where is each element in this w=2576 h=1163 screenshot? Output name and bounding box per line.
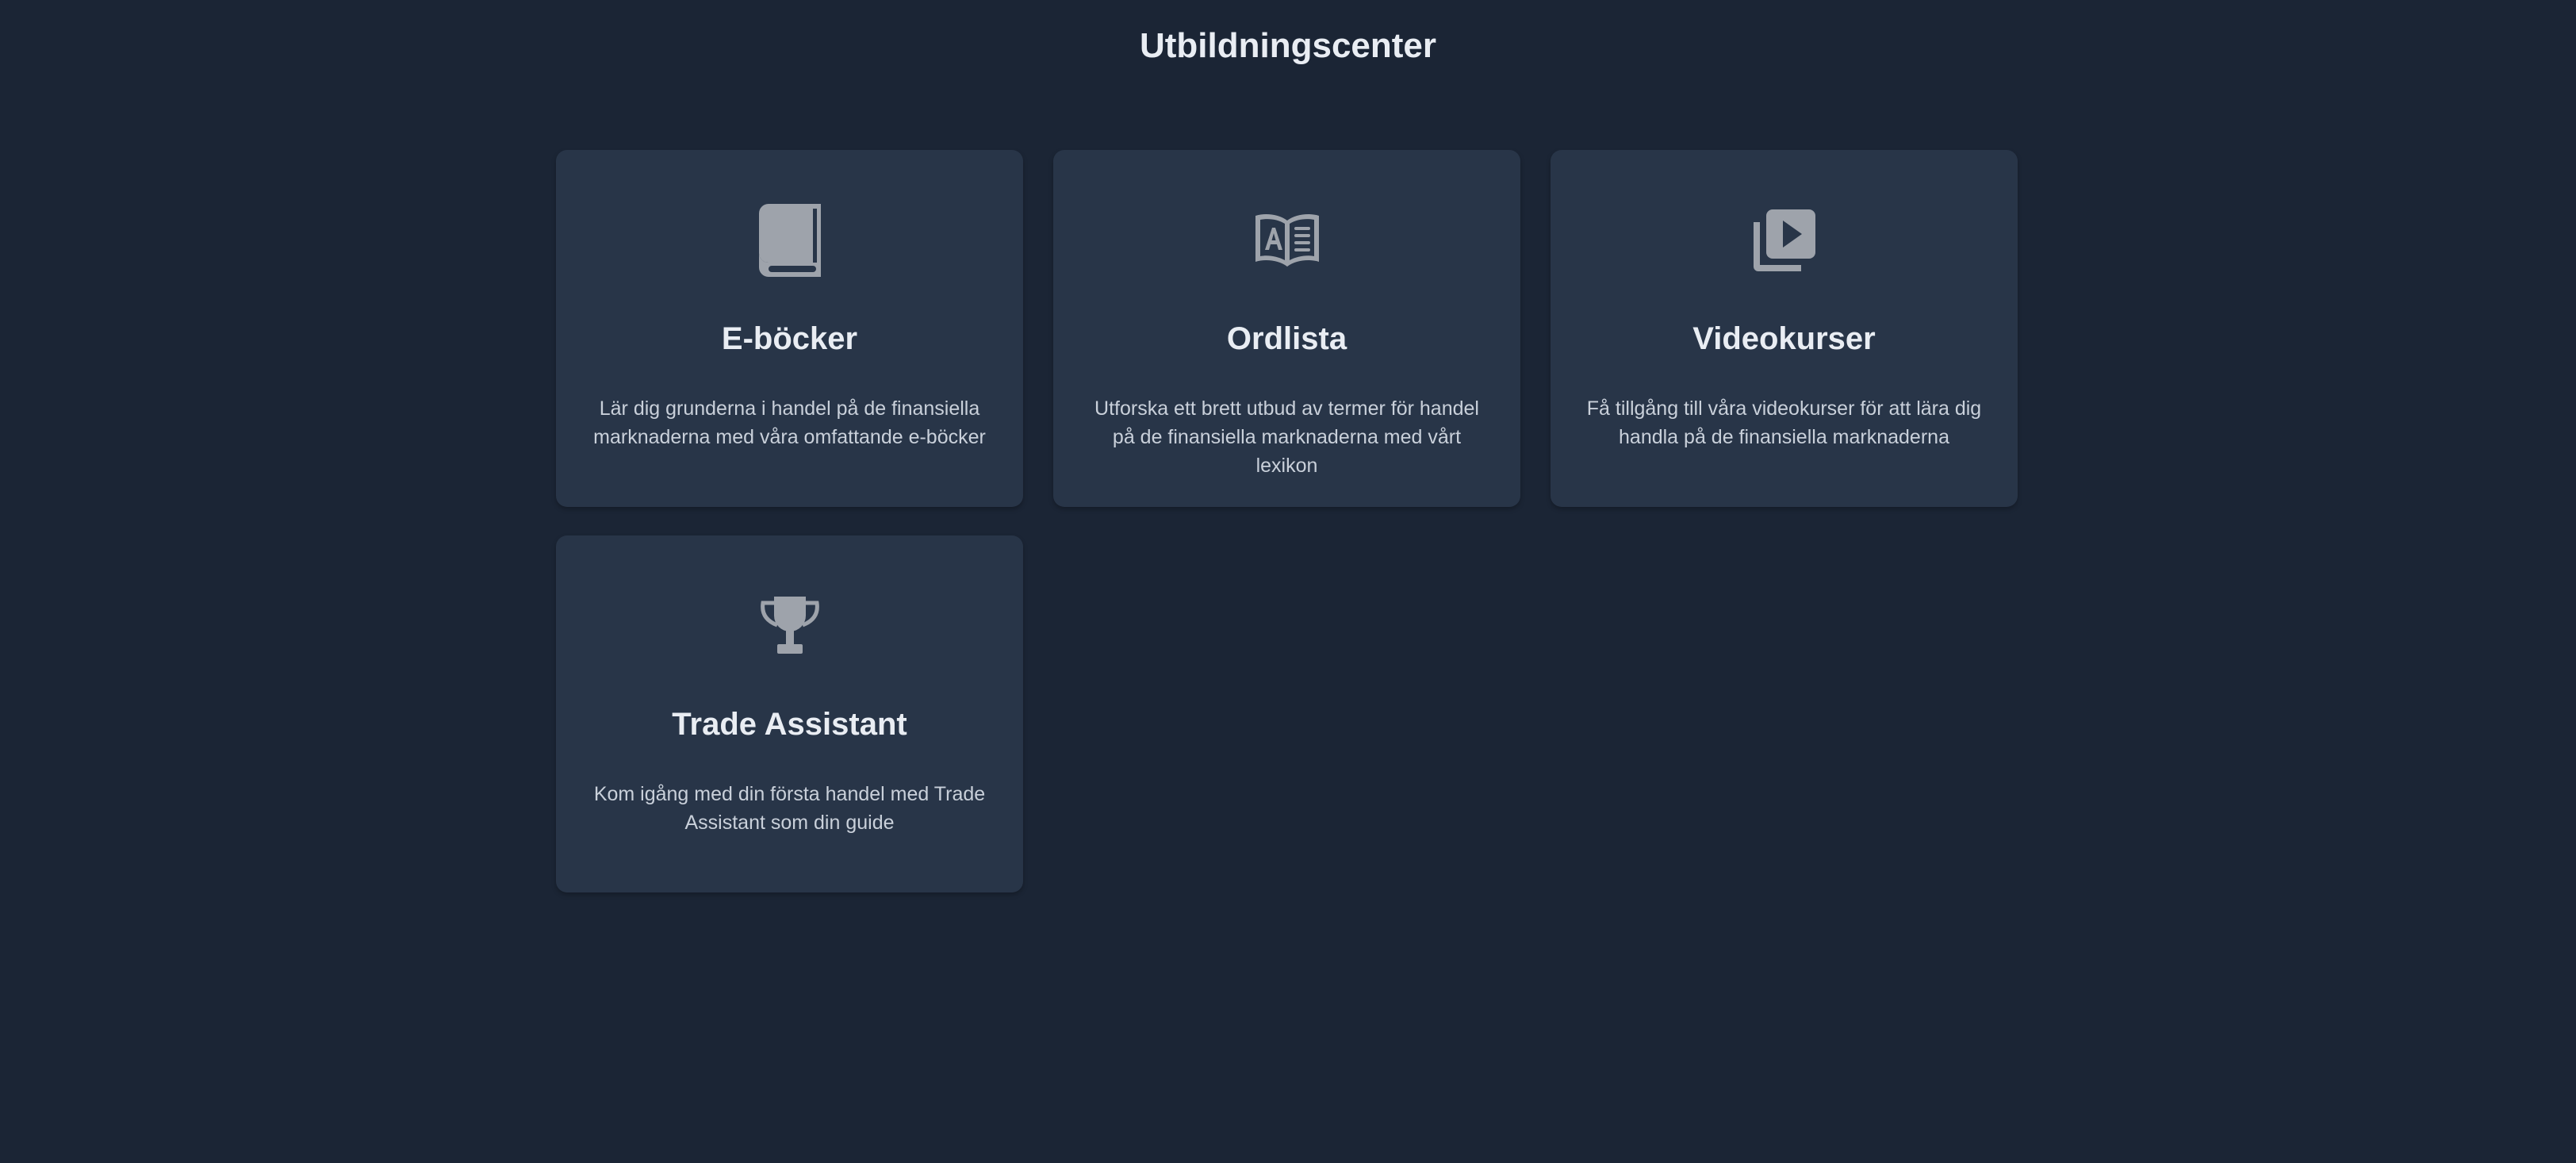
card-ebooks[interactable]: E-böcker Lär dig grunderna i handel på d… — [556, 150, 1023, 507]
card-video-courses[interactable]: Videokurser Få tillgång till våra videok… — [1551, 150, 2018, 507]
trophy-icon — [556, 588, 1023, 664]
card-title: Ordlista — [1226, 321, 1347, 356]
glossary-book-icon — [1053, 202, 1520, 278]
education-cards-grid: E-böcker Lär dig grunderna i handel på d… — [556, 150, 2018, 892]
card-title: Trade Assistant — [672, 707, 907, 742]
card-description: Få tillgång till våra videokurser för at… — [1586, 397, 1982, 448]
card-title: Videokurser — [1692, 321, 1876, 356]
book-icon — [556, 202, 1023, 278]
page-title: Utbildningscenter — [1139, 26, 1437, 65]
card-trade-assistant[interactable]: Trade Assistant Kom igång med din första… — [556, 535, 1023, 892]
card-title: E-böcker — [721, 321, 858, 356]
card-description: Utforska ett brett utbud av termer för h… — [1094, 397, 1479, 477]
card-description: Kom igång med din första handel med Trad… — [593, 783, 986, 834]
card-description: Lär dig grunderna i handel på de finansi… — [593, 397, 986, 448]
video-library-icon — [1551, 202, 2018, 278]
card-glossary[interactable]: Ordlista Utforska ett brett utbud av ter… — [1053, 150, 1520, 507]
